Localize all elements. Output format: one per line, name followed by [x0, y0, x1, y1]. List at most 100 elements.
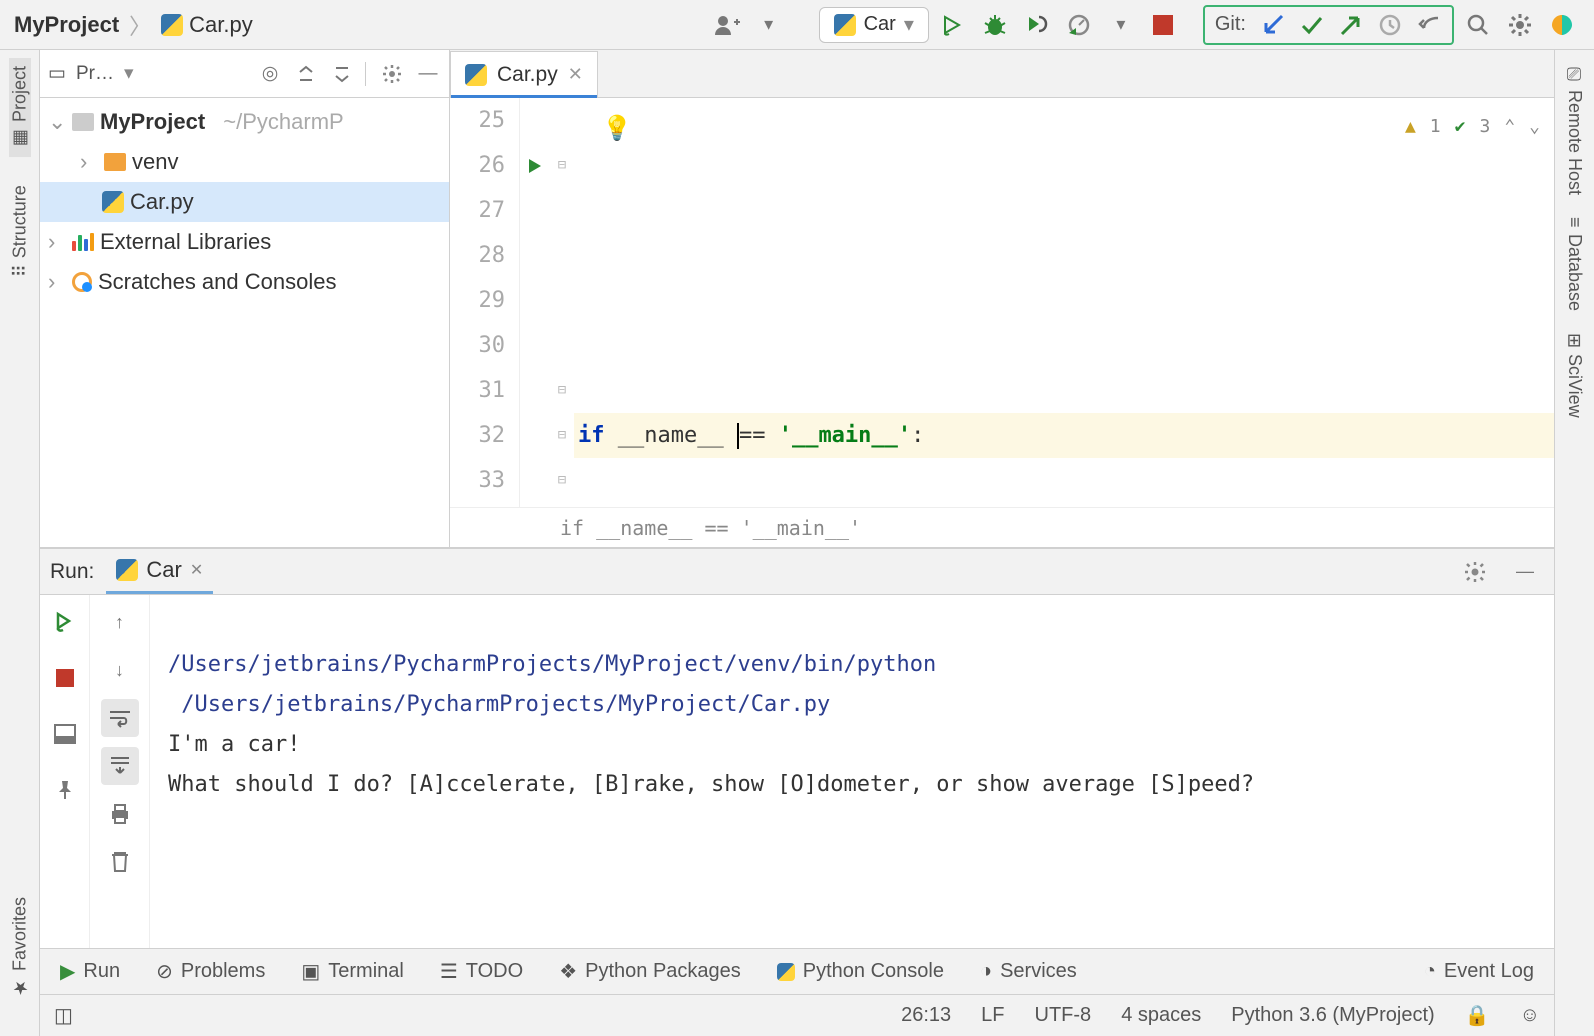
tool-windows-icon[interactable]: ◫: [54, 1003, 73, 1028]
run-coverage-button[interactable]: [1019, 7, 1055, 43]
breadcrumb-project[interactable]: MyProject: [14, 12, 119, 38]
tool-terminal[interactable]: ▣Terminal: [301, 959, 403, 984]
editor-tab-car[interactable]: Car.py ✕: [450, 51, 598, 97]
status-caret-pos[interactable]: 26:13: [901, 1004, 951, 1027]
git-history-icon[interactable]: [1378, 13, 1402, 37]
fold-icon[interactable]: ⊟: [550, 368, 574, 413]
tool-packages[interactable]: ❖Python Packages: [559, 959, 741, 984]
remote-icon: ⎚: [1564, 66, 1585, 84]
inspector-icon[interactable]: ☺: [1520, 1004, 1540, 1027]
chevron-down-icon[interactable]: ▾: [1103, 7, 1139, 43]
run-line-icon[interactable]: [520, 143, 550, 188]
search-icon[interactable]: [1460, 7, 1496, 43]
chevron-right-icon[interactable]: ›: [80, 149, 98, 175]
pin-icon[interactable]: [46, 771, 84, 809]
git-update-icon[interactable]: [1262, 14, 1284, 36]
close-icon[interactable]: ✕: [568, 64, 583, 85]
status-encoding[interactable]: UTF-8: [1035, 1004, 1092, 1027]
scroll-to-end-icon[interactable]: [101, 747, 139, 785]
layout-icon[interactable]: [46, 715, 84, 753]
chevron-down-icon[interactable]: ▾: [124, 62, 134, 85]
rail-database[interactable]: ≡ Database: [1564, 209, 1585, 319]
debug-button[interactable]: [977, 7, 1013, 43]
status-line-sep[interactable]: LF: [981, 1004, 1004, 1027]
fold-icon[interactable]: ⊟: [550, 458, 574, 503]
tool-run[interactable]: ▶Run: [60, 959, 120, 984]
run-button[interactable]: [935, 7, 971, 43]
run-configuration-selector[interactable]: Car ▾: [819, 7, 929, 43]
gear-icon[interactable]: [1456, 553, 1494, 591]
status-interpreter[interactable]: Python 3.6 (MyProject): [1231, 1004, 1434, 1027]
tree-file-car[interactable]: Car.py: [40, 182, 449, 222]
rail-sciview[interactable]: ⊞ SciView: [1564, 325, 1586, 426]
rerun-icon[interactable]: [46, 603, 84, 641]
close-icon[interactable]: ✕: [190, 560, 203, 580]
expand-all-icon[interactable]: [293, 61, 319, 87]
tree-root[interactable]: ⌄ MyProject ~/PycharmP: [40, 102, 449, 142]
right-tool-rail: ⎚ Remote Host ≡ Database ⊞ SciView: [1554, 50, 1594, 1036]
rail-structure[interactable]: ⠿ Structure: [9, 177, 31, 285]
lock-icon[interactable]: 🔒: [1465, 1003, 1490, 1028]
token: __name__: [605, 423, 737, 448]
fold-icon[interactable]: ⊟: [550, 143, 574, 188]
chevron-down-icon[interactable]: ⌄: [48, 109, 66, 135]
tree-ext-libs[interactable]: › External Libraries: [40, 222, 449, 262]
tree-root-label: MyProject: [100, 109, 205, 135]
soft-wrap-icon[interactable]: [101, 699, 139, 737]
down-arrow-icon[interactable]: ↓: [101, 651, 139, 689]
collapse-all-icon[interactable]: [329, 61, 355, 87]
folder-icon: ▦: [9, 128, 31, 149]
run-header: Run: Car ✕ —: [40, 549, 1554, 595]
editor-breadcrumb[interactable]: if __name__ == '__main__': [450, 507, 1554, 547]
settings-icon[interactable]: [1502, 7, 1538, 43]
up-arrow-icon[interactable]: ↑: [101, 603, 139, 641]
tool-problems[interactable]: ⊘Problems: [156, 959, 265, 984]
minimize-icon[interactable]: —: [1506, 553, 1544, 591]
gear-icon[interactable]: [379, 61, 405, 87]
status-indent[interactable]: 4 spaces: [1121, 1004, 1201, 1027]
editor-body[interactable]: 25 26 27 28 29 30 31 32 33: [450, 98, 1554, 507]
rail-favorites[interactable]: ★ Favorites: [9, 889, 31, 1006]
chevron-down-icon[interactable]: ▾: [751, 7, 787, 43]
code-area[interactable]: 💡 ▲1 ✔3 ⌃ ⌄ if __name__ == '__main__': m…: [574, 98, 1554, 507]
breadcrumb-file-label: Car.py: [189, 12, 253, 38]
minimize-icon[interactable]: —: [415, 61, 441, 87]
stop-icon[interactable]: [46, 659, 84, 697]
tool-services[interactable]: ◑Services: [980, 960, 1077, 983]
chevron-down-icon[interactable]: ⌄: [1529, 104, 1540, 149]
tool-eventlog[interactable]: ◔Event Log: [1424, 960, 1534, 983]
run-tab-car[interactable]: Car ✕: [106, 550, 213, 594]
inspection-markers[interactable]: ▲1 ✔3 ⌃ ⌄: [1405, 104, 1540, 149]
tree-venv[interactable]: › venv: [40, 142, 449, 182]
tool-console[interactable]: Python Console: [777, 960, 944, 983]
chevron-up-icon[interactable]: ⌃: [1504, 104, 1515, 149]
chevron-right-icon[interactable]: ›: [48, 269, 66, 295]
tool-todo[interactable]: ☰TODO: [440, 959, 523, 984]
locate-icon[interactable]: ◎: [257, 61, 283, 87]
intention-bulb-icon[interactable]: 💡: [602, 106, 632, 151]
ide-logo-icon[interactable]: [1544, 7, 1580, 43]
breadcrumb-file[interactable]: Car.py: [161, 12, 253, 38]
console-output[interactable]: /Users/jetbrains/PycharmProjects/MyProje…: [150, 595, 1554, 948]
print-icon[interactable]: [101, 795, 139, 833]
profile-button[interactable]: [1061, 7, 1097, 43]
add-user-icon[interactable]: [709, 7, 745, 43]
git-rollback-icon[interactable]: [1418, 14, 1442, 36]
tree-scratches[interactable]: › Scratches and Consoles: [40, 262, 449, 302]
code-line: [574, 278, 1554, 323]
git-push-icon[interactable]: [1340, 14, 1362, 36]
tree-venv-label: venv: [132, 149, 178, 175]
git-commit-icon[interactable]: [1300, 15, 1324, 35]
trash-icon[interactable]: [101, 843, 139, 881]
tool-console-label: Python Console: [803, 960, 944, 983]
git-toolbar: Git:: [1203, 5, 1454, 45]
star-icon: ★: [9, 977, 31, 998]
stop-button[interactable]: [1145, 7, 1181, 43]
project-title[interactable]: Pr…: [76, 63, 114, 85]
line-number: 31: [450, 368, 505, 413]
rail-remote-host[interactable]: ⎚ Remote Host: [1564, 58, 1585, 203]
project-tree[interactable]: ⌄ MyProject ~/PycharmP › venv: [40, 98, 449, 547]
rail-project[interactable]: ▦ Project: [9, 58, 31, 157]
fold-icon[interactable]: ⊟: [550, 413, 574, 458]
chevron-right-icon[interactable]: ›: [48, 229, 66, 255]
